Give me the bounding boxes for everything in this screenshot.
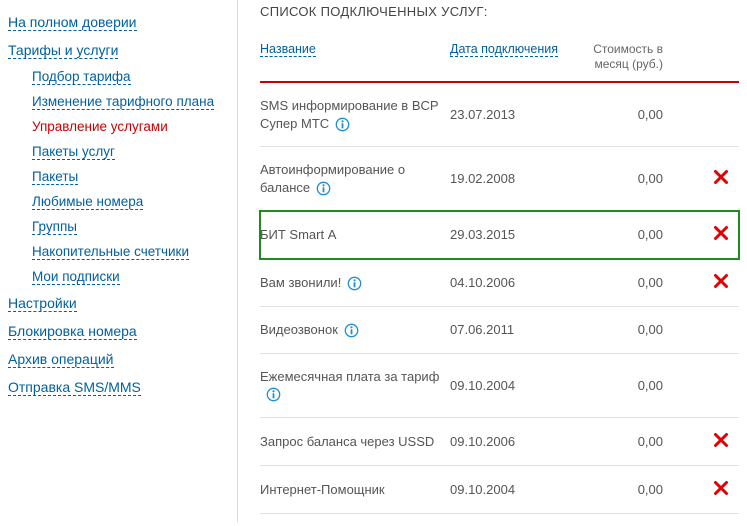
info-icon[interactable] [335, 117, 350, 132]
service-cost: 0,00 [580, 275, 703, 290]
sidebar-item-archive[interactable]: Архив операций [8, 351, 114, 368]
table-row: Автоинформирование о балансе 19.02.20080,… [260, 147, 739, 211]
table-row: Запрос баланса через USSD 09.10.20060,00 [260, 418, 739, 466]
sidebar-item-service-packages[interactable]: Пакеты услуг [32, 144, 115, 160]
service-cost: 0,00 [580, 227, 703, 242]
sidebar-item-pick-tariff[interactable]: Подбор тарифа [32, 69, 131, 85]
sidebar-item-manage-services-active: Управление услугами [32, 119, 168, 134]
sort-by-name[interactable]: Название [260, 42, 316, 57]
service-date: 19.02.2008 [450, 171, 580, 186]
sidebar-item-send-sms[interactable]: Отправка SMS/MMS [8, 379, 141, 396]
service-cost: 0,00 [580, 378, 703, 393]
col-cost-header: Стоимость в месяц (руб.) [593, 42, 663, 71]
sidebar-item-counters[interactable]: Накопительные счетчики [32, 244, 189, 260]
services-table: SMS информирование в BCP Супер МТС23.07.… [260, 83, 739, 514]
page-title: СПИСОК ПОДКЛЮЧЕННЫХ УСЛУГ: [260, 4, 739, 19]
sidebar-item-subscriptions[interactable]: Мои подписки [32, 269, 120, 285]
service-date: 09.10.2004 [450, 482, 580, 497]
table-header: Название Дата подключения Стоимость в ме… [260, 35, 739, 83]
remove-button[interactable] [713, 225, 729, 241]
sidebar-item-groups[interactable]: Группы [32, 219, 77, 235]
service-name: Вам звонили! [260, 275, 341, 290]
sidebar-item-tariffs[interactable]: Тарифы и услуги [8, 42, 118, 59]
sidebar-item-trust[interactable]: На полном доверии [8, 14, 137, 31]
service-name: Ежемесячная плата за тариф [260, 369, 439, 384]
sidebar-sublist: Подбор тарифа Изменение тарифного плана … [8, 64, 223, 289]
info-icon[interactable] [347, 276, 362, 291]
service-date: 23.07.2013 [450, 107, 580, 122]
service-date: 09.10.2004 [450, 378, 580, 393]
sort-by-date[interactable]: Дата подключения [450, 42, 558, 57]
remove-button[interactable] [713, 169, 729, 185]
service-name: Запрос баланса через USSD [260, 434, 434, 449]
sidebar-item-settings[interactable]: Настройки [8, 295, 77, 312]
table-row: Видеозвонок 07.06.20110,00 [260, 307, 739, 354]
service-cost: 0,00 [580, 322, 703, 337]
sidebar: На полном доверии Тарифы и услуги Подбор… [0, 0, 238, 522]
service-cost: 0,00 [580, 107, 703, 122]
main-content: СПИСОК ПОДКЛЮЧЕННЫХ УСЛУГ: Название Дата… [238, 0, 747, 522]
sidebar-item-favorite-numbers[interactable]: Любимые номера [32, 194, 143, 210]
remove-button[interactable] [713, 273, 729, 289]
service-name: Автоинформирование о балансе [260, 162, 405, 195]
table-row: Вам звонили! 04.10.20060,00 [260, 259, 739, 307]
remove-button[interactable] [713, 480, 729, 496]
service-date: 04.10.2006 [450, 275, 580, 290]
service-date: 07.06.2011 [450, 322, 580, 337]
service-name: Видеозвонок [260, 322, 338, 337]
table-row: Интернет-Помощник 09.10.20040,00 [260, 466, 739, 514]
sidebar-item-change-tariff[interactable]: Изменение тарифного плана [32, 94, 214, 110]
service-cost: 0,00 [580, 171, 703, 186]
table-row: Ежемесячная плата за тариф 09.10.20040,00 [260, 354, 739, 418]
sidebar-item-block-number[interactable]: Блокировка номера [8, 323, 137, 340]
info-icon[interactable] [344, 323, 359, 338]
info-icon[interactable] [266, 387, 281, 402]
sidebar-item-packages[interactable]: Пакеты [32, 169, 78, 185]
service-cost: 0,00 [580, 482, 703, 497]
service-date: 29.03.2015 [450, 227, 580, 242]
service-name: БИТ Smart А [260, 227, 336, 242]
service-date: 09.10.2006 [450, 434, 580, 449]
table-row: БИТ Smart А 29.03.20150,00 [260, 211, 739, 259]
remove-button[interactable] [713, 432, 729, 448]
service-name: Интернет-Помощник [260, 482, 385, 497]
info-icon[interactable] [316, 181, 331, 196]
table-row: SMS информирование в BCP Супер МТС23.07.… [260, 83, 739, 147]
service-cost: 0,00 [580, 434, 703, 449]
